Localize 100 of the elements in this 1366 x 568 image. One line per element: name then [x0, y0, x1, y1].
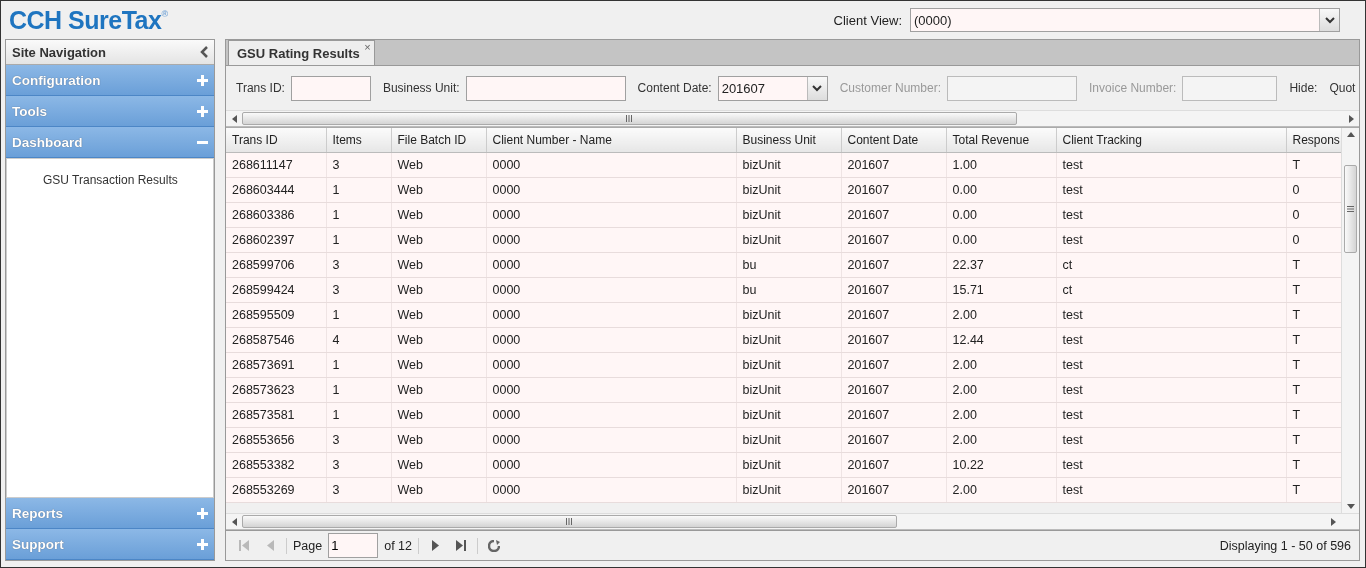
table-cell: 268603386 — [226, 202, 326, 227]
table-cell: 201607 — [841, 152, 946, 177]
table-cell: bu — [736, 277, 841, 302]
date-dropdown[interactable]: 201607 — [717, 75, 828, 101]
table-cell: 201607 — [841, 402, 946, 427]
table-cell: 0.00 — [946, 202, 1056, 227]
field-label: Invoice Number: — [1089, 81, 1177, 95]
expand-icon — [197, 507, 208, 519]
table-cell: 268573581 — [226, 402, 326, 427]
table-cell: 22.37 — [946, 252, 1056, 277]
table-cell: 201607 — [841, 177, 946, 202]
table-cell: 2.00 — [946, 352, 1056, 377]
column-header[interactable]: Content Date — [841, 128, 946, 152]
chevron-down-icon — [812, 84, 823, 92]
column-header[interactable]: Total Revenue — [946, 128, 1056, 152]
table-cell: 2.00 — [946, 477, 1056, 502]
pager-summary: Displaying 1 - 50 of 596 — [1219, 538, 1351, 553]
table-cell: bizUnit — [736, 427, 841, 452]
table-cell: 201607 — [841, 352, 946, 377]
table-cell: ct — [1056, 277, 1286, 302]
table-cell: bizUnit — [736, 352, 841, 377]
table-cell: 268602397 — [226, 227, 326, 252]
column-header[interactable]: Trans ID — [226, 128, 326, 152]
table-cell: test — [1056, 177, 1286, 202]
close-icon[interactable]: × — [364, 41, 371, 53]
table-cell: bizUnit — [736, 402, 841, 427]
column-header[interactable]: Items — [326, 128, 391, 152]
table-cell: 0000 — [486, 452, 736, 477]
field-label: Content Date: — [637, 81, 712, 95]
table-cell: Web — [391, 452, 486, 477]
table-cell: 0000 — [486, 227, 736, 252]
vertical-scrollbar[interactable] — [1341, 128, 1359, 513]
scroll-left-icon[interactable] — [231, 517, 237, 526]
scroll-left-icon[interactable] — [231, 114, 237, 123]
table-cell: bizUnit — [736, 327, 841, 352]
column-header[interactable]: Respons — [1286, 128, 1341, 152]
tab[interactable]: GSU Rating Results × — [228, 40, 375, 65]
table-cell: 201607 — [841, 302, 946, 327]
scroll-right-icon[interactable] — [1330, 517, 1336, 526]
table-cell: test — [1056, 377, 1286, 402]
table-cell: 2.00 — [946, 302, 1056, 327]
client-view-dropdown[interactable]: (0000) — [910, 8, 1340, 32]
table-cell: Web — [391, 152, 486, 177]
table-cell: Web — [391, 302, 486, 327]
table-cell: 0000 — [486, 377, 736, 402]
table-cell: 0000 — [486, 477, 736, 502]
table-cell: test — [1056, 152, 1286, 177]
column-header[interactable]: Client Number - Name — [486, 128, 736, 152]
table-cell: 201607 — [841, 377, 946, 402]
nav-item[interactable]: GSU Transaction Results — [43, 173, 213, 187]
table-cell: 0.00 — [946, 227, 1056, 252]
table-cell: 201607 — [841, 277, 946, 302]
field-label: Quot — [1329, 81, 1356, 95]
table-cell: 201607 — [841, 452, 946, 477]
table-cell: bizUnit — [736, 152, 841, 177]
table-cell: test — [1056, 402, 1286, 427]
table-cell: Web — [391, 477, 486, 502]
table-cell: Web — [391, 377, 486, 402]
horizontal-scrollbar[interactable] — [226, 513, 1359, 530]
table-cell: 201607 — [841, 427, 946, 452]
field-label: Customer Number: — [839, 81, 942, 95]
column-header[interactable]: Client Tracking — [1056, 128, 1286, 152]
table-cell: test — [1056, 302, 1286, 327]
column-header[interactable]: File Batch ID — [391, 128, 486, 152]
table-cell: test — [1056, 452, 1286, 477]
table-cell: bizUnit — [736, 302, 841, 327]
table-cell: test — [1056, 427, 1286, 452]
table-cell: 268573623 — [226, 377, 326, 402]
table-cell: 268611147 — [226, 152, 326, 177]
sidebar-header: Site Navigation — [6, 40, 214, 65]
table-cell: 0000 — [486, 402, 736, 427]
scroll-down-icon[interactable] — [1346, 504, 1355, 509]
expand-icon — [197, 74, 208, 86]
input-field[interactable] — [465, 75, 626, 101]
table-cell: Web — [391, 277, 486, 302]
table-cell: Web — [391, 252, 486, 277]
input-field[interactable] — [290, 75, 371, 101]
field-label: Hide: — [1289, 81, 1318, 95]
table-cell: 268587546 — [226, 327, 326, 352]
expand-icon — [197, 105, 208, 117]
table-cell: 1.00 — [946, 152, 1056, 177]
scroll-up-icon[interactable] — [1346, 132, 1355, 137]
table-cell: 268599706 — [226, 252, 326, 277]
grip-icon — [566, 518, 573, 525]
table-cell: 0000 — [486, 277, 736, 302]
column-header[interactable]: Business Unit — [736, 128, 841, 152]
grip-icon — [626, 115, 633, 122]
table-cell: Web — [391, 427, 486, 452]
table-cell: test — [1056, 477, 1286, 502]
table-cell: 2.00 — [946, 427, 1056, 452]
table-cell: 0000 — [486, 352, 736, 377]
collapse-left-icon[interactable] — [200, 46, 208, 58]
table-cell: 0000 — [486, 252, 736, 277]
table-cell: Web — [391, 227, 486, 252]
table-cell: 268553269 — [226, 477, 326, 502]
scroll-right-icon[interactable] — [1348, 114, 1354, 123]
expand-icon — [197, 538, 208, 550]
horizontal-scrollbar[interactable] — [226, 110, 1359, 127]
table-cell: test — [1056, 227, 1286, 252]
page-input[interactable]: 1 — [328, 533, 379, 558]
